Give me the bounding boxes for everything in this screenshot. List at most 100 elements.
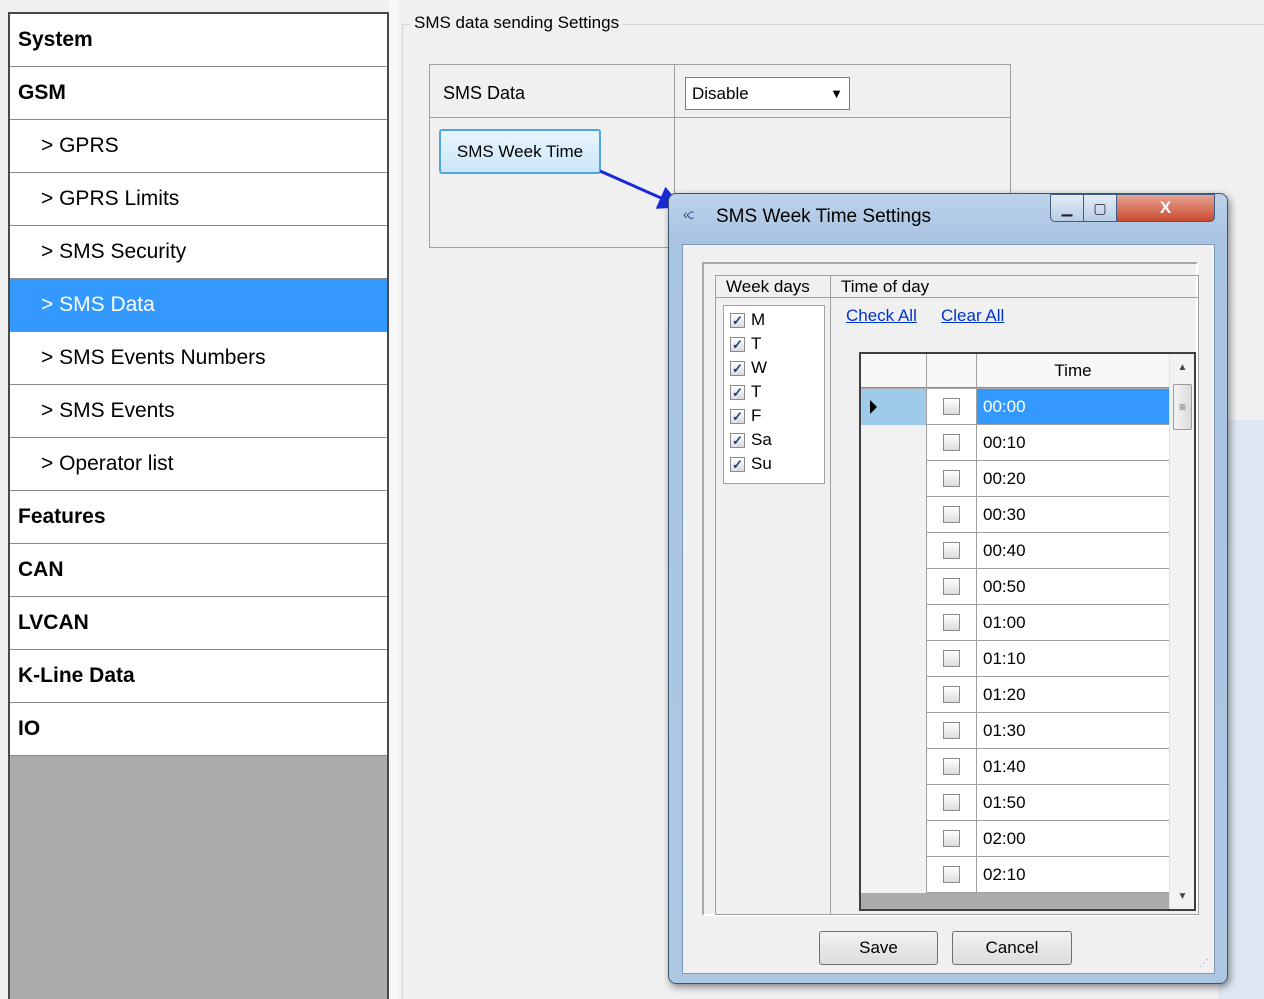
row-checkbox-cell[interactable] — [927, 389, 977, 425]
time-cell[interactable]: 00:10 — [977, 425, 1169, 461]
time-cell[interactable]: 00:40 — [977, 533, 1169, 569]
panel-splitter[interactable] — [389, 0, 399, 999]
row-header-cell[interactable] — [861, 821, 927, 857]
sidebar-item-sms-events[interactable]: > SMS Events — [10, 385, 387, 438]
table-row[interactable]: 00:30 — [861, 497, 1169, 533]
time-cell[interactable]: 01:10 — [977, 641, 1169, 677]
table-row[interactable]: 00:10 — [861, 425, 1169, 461]
row-checkbox-cell[interactable] — [927, 497, 977, 533]
row-header-cell[interactable] — [861, 641, 927, 677]
row-header-cell[interactable] — [861, 857, 927, 893]
checkbox-checked[interactable] — [730, 384, 745, 400]
row-header-cell[interactable] — [861, 389, 927, 425]
sidebar-item-lvcan[interactable]: LVCAN — [10, 597, 387, 650]
row-header-cell[interactable] — [861, 605, 927, 641]
time-checkbox[interactable] — [943, 434, 960, 451]
time-checkbox[interactable] — [943, 866, 960, 883]
time-cell[interactable]: 00:50 — [977, 569, 1169, 605]
row-checkbox-cell[interactable] — [927, 785, 977, 821]
weekday-item[interactable]: T — [730, 332, 761, 356]
time-cell[interactable]: 01:00 — [977, 605, 1169, 641]
clear-all-link[interactable]: Clear All — [941, 306, 1004, 326]
row-checkbox-cell[interactable] — [927, 605, 977, 641]
time-cell[interactable]: 00:00 — [977, 389, 1169, 425]
time-cell[interactable]: 02:10 — [977, 857, 1169, 893]
checkbox-checked[interactable] — [730, 312, 745, 328]
sidebar-item-k-line-data[interactable]: K-Line Data — [10, 650, 387, 703]
time-checkbox[interactable] — [943, 794, 960, 811]
time-cell[interactable]: 01:20 — [977, 677, 1169, 713]
sidebar-item-sms-events-numbers[interactable]: > SMS Events Numbers — [10, 332, 387, 385]
table-row[interactable]: 00:00 — [861, 389, 1169, 425]
sidebar-item-features[interactable]: Features — [10, 491, 387, 544]
time-cell[interactable]: 00:20 — [977, 461, 1169, 497]
sidebar-item-operator-list[interactable]: > Operator list — [10, 438, 387, 491]
time-checkbox[interactable] — [943, 506, 960, 523]
sidebar-item-gsm[interactable]: GSM — [10, 67, 387, 120]
row-header-cell[interactable] — [861, 497, 927, 533]
time-cell[interactable]: 00:30 — [977, 497, 1169, 533]
row-checkbox-cell[interactable] — [927, 569, 977, 605]
time-column-header[interactable]: Time — [977, 354, 1169, 388]
vertical-scrollbar[interactable]: ▲ ≡ ▼ — [1169, 354, 1194, 909]
minimize-button[interactable]: ▁ — [1050, 194, 1084, 222]
sidebar-item-gprs-limits[interactable]: > GPRS Limits — [10, 173, 387, 226]
weekday-item[interactable]: Sa — [730, 428, 772, 452]
sidebar-item-gprs[interactable]: > GPRS — [10, 120, 387, 173]
row-header-cell[interactable] — [861, 749, 927, 785]
time-checkbox[interactable] — [943, 542, 960, 559]
maximize-button[interactable]: ▢ — [1083, 194, 1117, 222]
table-row[interactable]: 01:20 — [861, 677, 1169, 713]
chevron-down-icon[interactable]: ▼ — [830, 86, 843, 101]
checkbox-checked[interactable] — [730, 432, 745, 448]
cancel-button[interactable]: Cancel — [952, 931, 1072, 965]
sms-data-select[interactable]: Disable ▼ — [685, 77, 850, 110]
checkbox-checked[interactable] — [730, 456, 745, 472]
row-header-cell[interactable] — [861, 785, 927, 821]
table-row[interactable]: 01:10 — [861, 641, 1169, 677]
table-row[interactable]: 00:40 — [861, 533, 1169, 569]
sidebar-item-io[interactable]: IO — [10, 703, 387, 756]
time-checkbox[interactable] — [943, 470, 960, 487]
table-row[interactable]: 02:10 — [861, 857, 1169, 893]
table-row[interactable]: 01:30 — [861, 713, 1169, 749]
time-checkbox[interactable] — [943, 758, 960, 775]
row-checkbox-cell[interactable] — [927, 641, 977, 677]
sidebar-item-system[interactable]: System — [10, 14, 387, 67]
time-cell[interactable]: 01:40 — [977, 749, 1169, 785]
checkbox-checked[interactable] — [730, 336, 745, 352]
row-header-cell[interactable] — [861, 677, 927, 713]
row-header-cell[interactable] — [861, 569, 927, 605]
time-checkbox[interactable] — [943, 614, 960, 631]
weekday-item[interactable]: F — [730, 404, 761, 428]
scroll-down-icon[interactable]: ▼ — [1170, 883, 1194, 909]
time-cell[interactable]: 01:50 — [977, 785, 1169, 821]
table-row[interactable]: 02:00 — [861, 821, 1169, 857]
scroll-up-icon[interactable]: ▲ — [1170, 354, 1194, 380]
sidebar-item-sms-security[interactable]: > SMS Security — [10, 226, 387, 279]
sms-week-time-button[interactable]: SMS Week Time — [439, 129, 601, 174]
checkbox-checked[interactable] — [730, 360, 745, 376]
time-checkbox[interactable] — [943, 578, 960, 595]
row-checkbox-cell[interactable] — [927, 677, 977, 713]
table-row[interactable]: 01:50 — [861, 785, 1169, 821]
weekday-item[interactable]: T — [730, 380, 761, 404]
row-header-cell[interactable] — [861, 533, 927, 569]
save-button[interactable]: Save — [819, 931, 938, 965]
grid-checkbox-header[interactable] — [927, 354, 977, 388]
time-checkbox[interactable] — [943, 686, 960, 703]
checkbox-checked[interactable] — [730, 408, 745, 424]
weekday-item[interactable]: W — [730, 356, 767, 380]
table-row[interactable]: 00:20 — [861, 461, 1169, 497]
row-checkbox-cell[interactable] — [927, 749, 977, 785]
row-header-cell[interactable] — [861, 461, 927, 497]
row-checkbox-cell[interactable] — [927, 461, 977, 497]
resize-grip-icon[interactable]: ⋰ — [1199, 958, 1211, 970]
time-checkbox[interactable] — [943, 722, 960, 739]
weekday-item[interactable]: Su — [730, 452, 772, 476]
time-cell[interactable]: 01:30 — [977, 713, 1169, 749]
row-header-cell[interactable] — [861, 713, 927, 749]
row-checkbox-cell[interactable] — [927, 425, 977, 461]
scroll-thumb[interactable]: ≡ — [1173, 384, 1192, 430]
row-checkbox-cell[interactable] — [927, 713, 977, 749]
